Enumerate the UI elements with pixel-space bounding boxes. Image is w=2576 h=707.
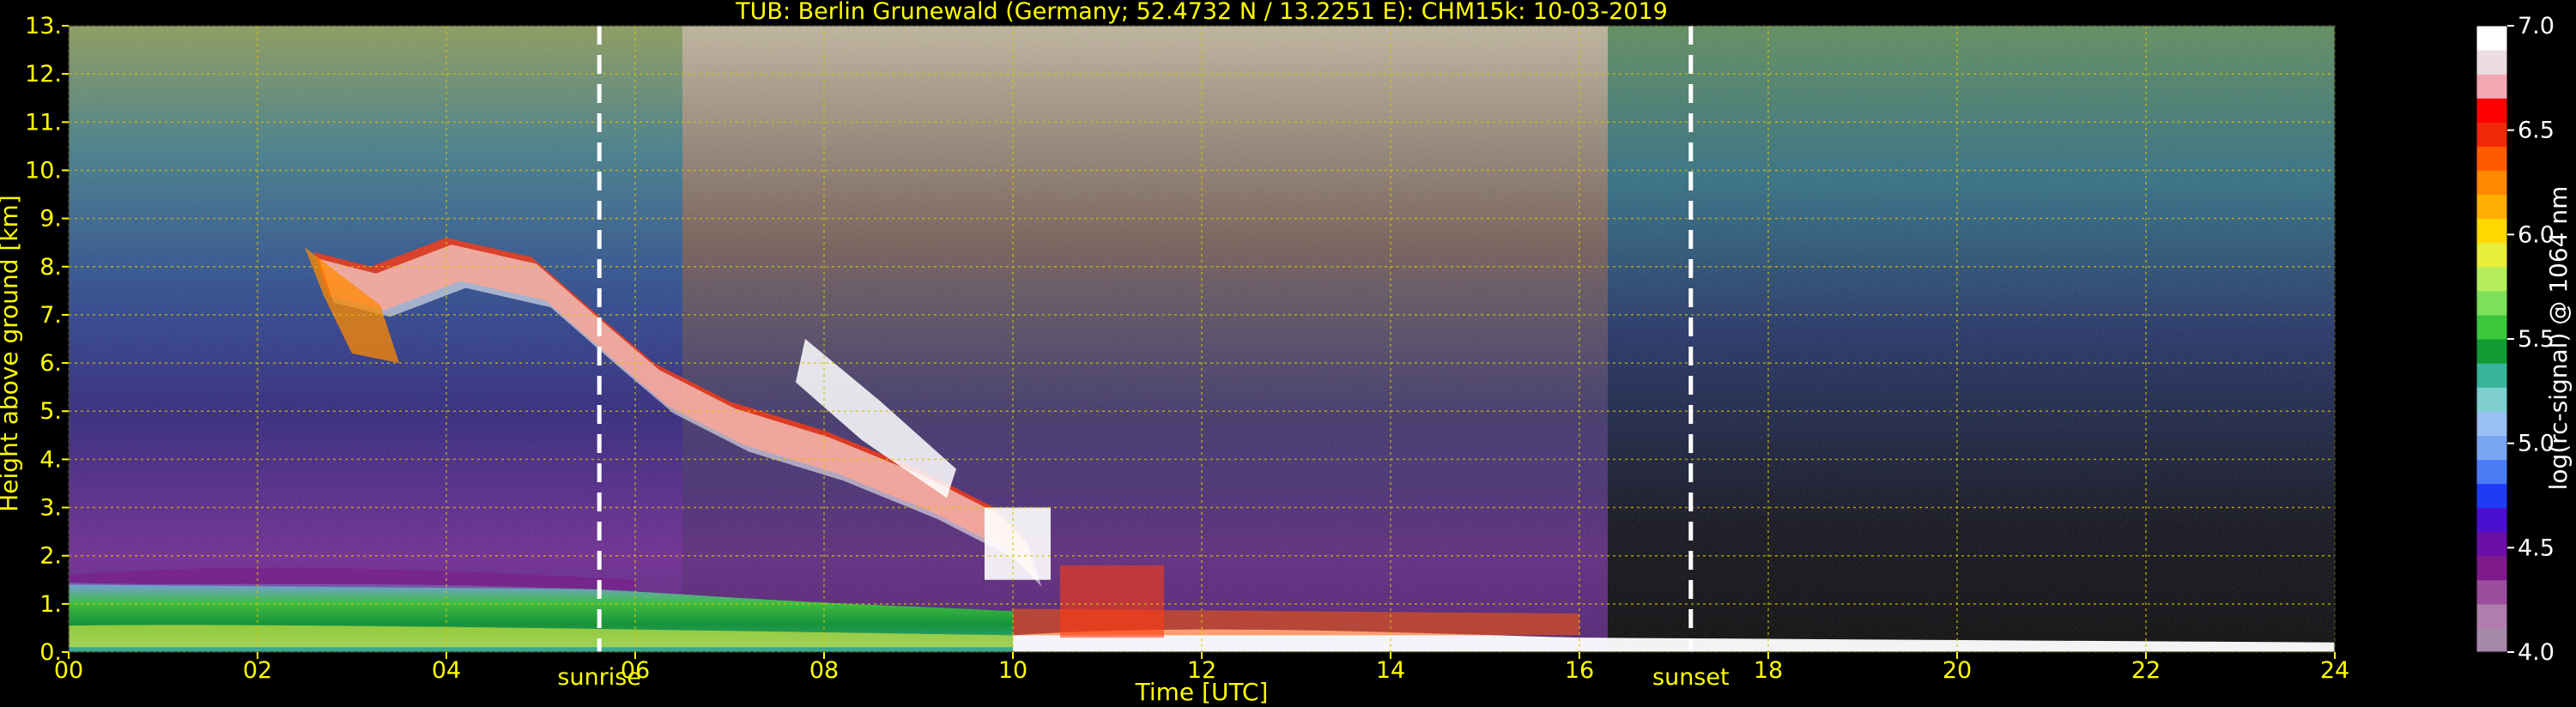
y-tick-label: 12. (25, 61, 62, 88)
x-tick-label: 22 (2131, 657, 2161, 684)
colorbar-segment (2476, 98, 2507, 123)
x-tick-label: 10 (998, 657, 1027, 684)
colorbar-segment (2476, 627, 2507, 653)
colorbar-segment (2476, 435, 2507, 460)
x-tick-label: 16 (1565, 657, 1594, 684)
colorbar: 4.04.55.05.56.06.57.0 (2476, 13, 2555, 666)
y-tick-label: 13. (25, 13, 62, 39)
y-tick-label: 5. (39, 398, 62, 425)
colorbar-segment (2476, 459, 2507, 485)
y-tick-label: 7. (39, 302, 62, 329)
sun-marker-label: sunset (1652, 664, 1730, 691)
colorbar-tick-label: 6.5 (2518, 118, 2555, 144)
x-tick-label: 08 (809, 657, 839, 684)
colorbar-segment (2476, 363, 2507, 388)
colorbar-segment (2476, 122, 2507, 147)
colorbar-segment (2476, 26, 2507, 51)
colorbar-segment (2476, 483, 2507, 509)
x-tick-label: 20 (1943, 657, 1972, 684)
x-tick-label: 14 (1376, 657, 1405, 684)
colorbar-segment (2476, 266, 2507, 292)
colorbar-segment (2476, 387, 2507, 412)
ceilometer-chart: sunrise sunset 00 02 04 06 08 10 12 14 16 18 20 22 24… (0, 0, 2573, 706)
y-tick-label: 9. (39, 206, 62, 233)
y-tick-label: 1. (39, 591, 62, 618)
x-axis-label: Time [UTC] (1135, 678, 1269, 706)
colorbar-segment (2476, 242, 2507, 268)
y-tick-label: 6. (39, 350, 62, 377)
colorbar-segment (2476, 74, 2507, 99)
colorbar-segment (2476, 50, 2507, 75)
y-tick-label: 2. (39, 543, 62, 570)
x-tick-label: 04 (432, 657, 461, 684)
colorbar-segment (2476, 411, 2507, 436)
colorbar-segment (2476, 218, 2507, 244)
colorbar-segment (2476, 531, 2507, 557)
x-tick-label: 24 (2320, 657, 2349, 684)
low-cloud (985, 507, 1051, 580)
x-tick-label: 06 (621, 657, 650, 684)
colorbar-segment (2476, 314, 2507, 340)
y-tick-label: 11. (25, 109, 62, 136)
chart-title: TUB: Berlin Grunewald (Germany; 52.4732 … (735, 0, 1668, 25)
convective-cloud (1060, 565, 1164, 638)
y-axis-label: Height above ground [km] (0, 195, 23, 512)
colorbar-segment (2476, 194, 2507, 220)
y-tick-label: 4. (39, 446, 62, 473)
colorbar-segment (2476, 603, 2507, 629)
y-tick-label: 10. (25, 157, 62, 184)
colorbar-segment (2476, 170, 2507, 196)
colorbar-segment (2476, 146, 2507, 172)
colorbar-segment (2476, 579, 2507, 605)
x-tick-label: 18 (1754, 657, 1783, 684)
y-tick-label: 8. (39, 254, 62, 281)
colorbar-tick-label: 4.5 (2518, 535, 2555, 561)
y-tick-label: 0. (39, 639, 62, 666)
x-tick-label: 02 (243, 657, 272, 684)
colorbar-segment (2476, 507, 2507, 533)
colorbar-segment (2476, 555, 2507, 581)
colorbar-tick-label: 7.0 (2518, 13, 2555, 39)
colorbar-tick-label: 4.0 (2518, 639, 2555, 666)
colorbar-segment (2476, 290, 2507, 316)
colorbar-segment (2476, 339, 2507, 364)
colorbar-label: log(rc-signal) @ 1064 nm (2544, 186, 2573, 491)
y-tick-label: 3. (39, 495, 62, 522)
